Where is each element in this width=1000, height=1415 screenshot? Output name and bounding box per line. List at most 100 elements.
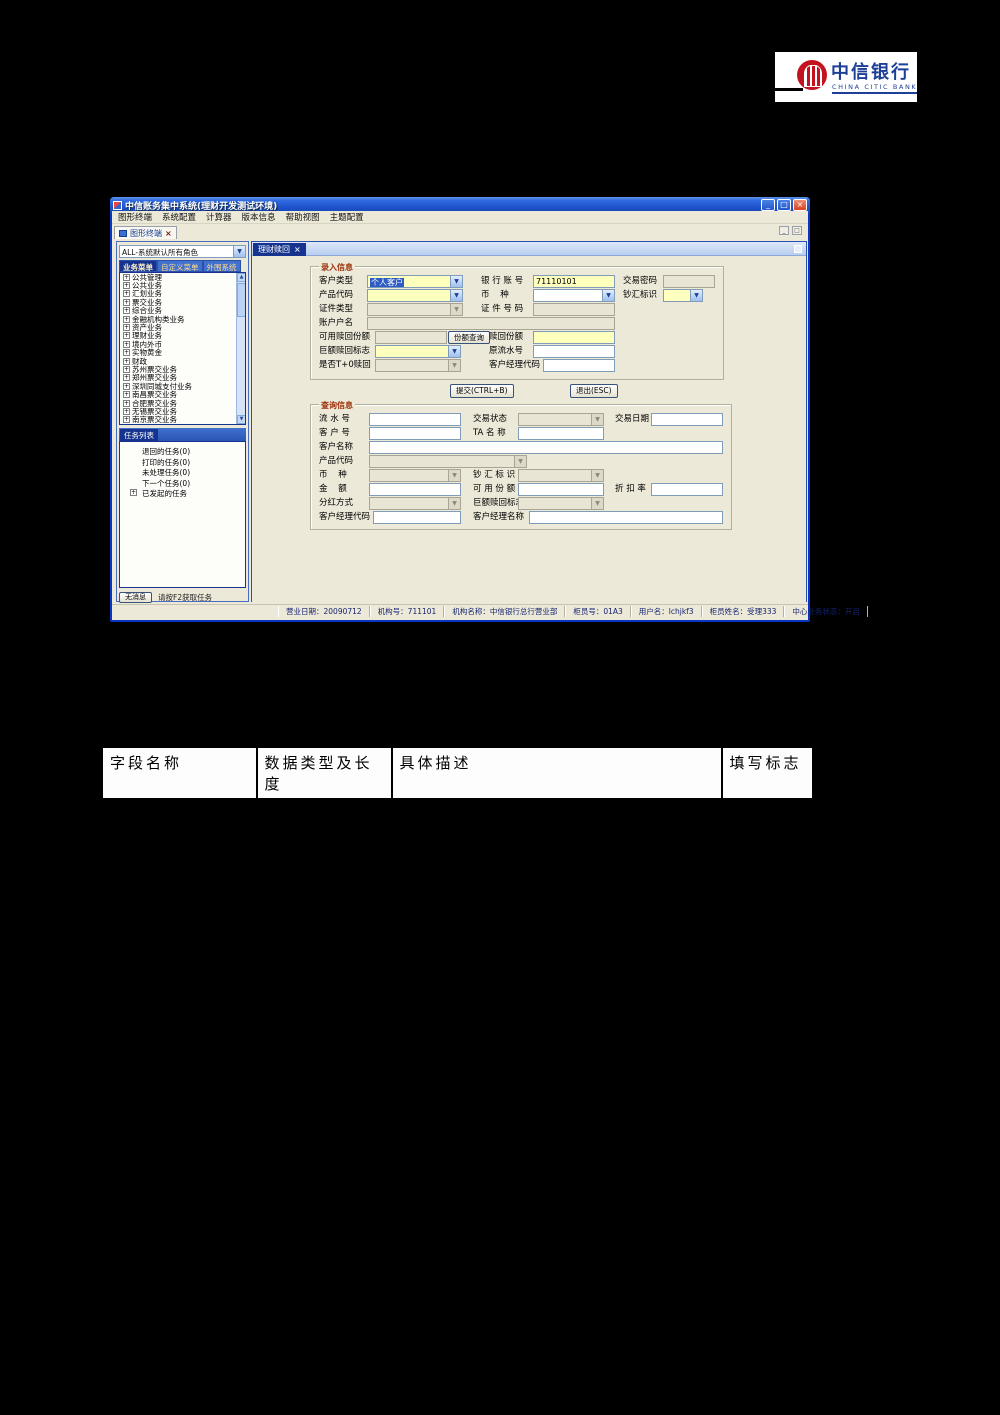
tab-custom-menu[interactable]: 自定义菜单 [157, 260, 203, 272]
no-message-button[interactable]: 无消息 [119, 592, 152, 603]
expand-icon[interactable]: + [123, 416, 130, 423]
manager-name-input[interactable] [529, 511, 723, 524]
dropdown-arrow-icon[interactable]: ▼ [591, 470, 603, 481]
manager-code-input[interactable] [543, 359, 615, 372]
redemption-shares-input[interactable] [533, 331, 615, 344]
serial-number-input[interactable] [369, 413, 461, 426]
dropdown-arrow-icon[interactable]: ▼ [448, 498, 460, 509]
panel-minimize-icon[interactable]: _ [779, 226, 789, 235]
main-panel: 理财赎回 × 录入信息 客户类型 个人客户 ▼ 银 行 账 号 [251, 241, 807, 602]
menu-item-graphic-terminal[interactable]: 图形终端 [118, 211, 152, 223]
task-item[interactable]: 未处理任务(0) [120, 467, 245, 478]
query-large-redemption-select[interactable]: ▼ [518, 497, 604, 510]
task-item[interactable]: 下一个任务(0) [120, 478, 245, 489]
exit-button[interactable]: 退出(ESC) [570, 384, 618, 398]
menu-item-version-info[interactable]: 版本信息 [242, 211, 276, 223]
tree-item[interactable]: +南京票交业务 [120, 416, 245, 424]
window-body: ALL-系统默认所有角色 ▼ 业务菜单 自定义菜单 外围系统 +公共管理 +公共… [112, 240, 808, 604]
discount-rate-input[interactable] [651, 483, 723, 496]
group-title: 查询信息 [319, 400, 355, 411]
expand-icon[interactable]: + [123, 299, 130, 306]
expand-icon[interactable]: + [123, 290, 130, 297]
tab-graphic-terminal[interactable]: 图形终端 × [114, 226, 177, 239]
dropdown-arrow-icon[interactable]: ▼ [450, 276, 462, 287]
dropdown-arrow-icon: ▼ [450, 304, 462, 315]
dropdown-arrow-icon[interactable]: ▼ [448, 346, 460, 357]
dropdown-arrow-icon[interactable]: ▼ [233, 246, 245, 257]
submit-button[interactable]: 提交(CTRL+B) [450, 384, 514, 398]
tab-external-systems[interactable]: 外围系统 [203, 260, 241, 272]
transaction-date-input[interactable] [651, 413, 723, 426]
t0-redemption-select: ▼ [375, 359, 461, 372]
bank-account-input[interactable]: 71110101 [533, 275, 615, 288]
tab-close-icon[interactable]: × [165, 229, 172, 238]
scroll-down-icon[interactable]: ▼ [237, 415, 246, 424]
scroll-up-icon[interactable]: ▲ [237, 273, 246, 282]
transaction-status-select[interactable]: ▼ [518, 413, 604, 426]
expand-icon[interactable]: + [123, 332, 130, 339]
query-product-code-select[interactable]: ▼ [369, 455, 527, 468]
expand-icon[interactable]: + [123, 366, 130, 373]
tree-scrollbar[interactable]: ▲ ▼ [236, 273, 245, 424]
field-label: 折 扣 率 [615, 483, 646, 496]
currency-select[interactable]: ▼ [533, 289, 615, 302]
window-title: 中信账务集中系统(理财开发测试环境) [125, 199, 761, 212]
expand-icon[interactable]: + [123, 391, 130, 398]
tab-wealth-redemption[interactable]: 理财赎回 × [253, 243, 306, 256]
customer-type-select[interactable]: 个人客户 ▼ [367, 275, 463, 288]
menu-item-calculator[interactable]: 计算器 [206, 211, 232, 223]
task-item[interactable]: +已发起的任务 [120, 488, 245, 499]
panel-restore-icon[interactable]: □ [792, 226, 802, 235]
expand-icon[interactable]: + [123, 349, 130, 356]
cash-remit-flag-select[interactable]: ▼ [663, 289, 703, 302]
restore-icon[interactable]: □ [777, 199, 791, 211]
query-cash-remit-select[interactable]: ▼ [518, 469, 604, 482]
amount-input[interactable] [369, 483, 461, 496]
dropdown-arrow-icon[interactable]: ▼ [602, 290, 614, 301]
customer-name-input[interactable] [369, 441, 723, 454]
expand-icon[interactable]: + [123, 358, 130, 365]
minimize-icon[interactable]: _ [761, 199, 775, 211]
task-item[interactable]: 打印的任务(0) [120, 457, 245, 468]
original-serial-input[interactable] [533, 345, 615, 358]
query-currency-select[interactable]: ▼ [369, 469, 461, 482]
customer-number-input[interactable] [369, 427, 461, 440]
tab-business-menu[interactable]: 业务菜单 [119, 260, 157, 272]
dropdown-arrow-icon[interactable]: ▼ [690, 290, 702, 301]
role-select[interactable]: ALL-系统默认所有角色 ▼ [119, 245, 246, 258]
dropdown-arrow-icon[interactable]: ▼ [514, 456, 526, 467]
share-query-button[interactable]: 份额查询 [448, 331, 490, 344]
menu-item-help-view[interactable]: 帮助视图 [286, 211, 320, 223]
field-spec-table: 字段名称 数据类型及长度 具体描述 填写标志 [100, 745, 815, 801]
field-label: 币 种 [319, 469, 347, 482]
task-item[interactable]: 退回的任务(0) [120, 446, 245, 457]
expand-icon[interactable]: + [123, 408, 130, 415]
expand-icon[interactable]: + [123, 274, 130, 281]
expand-icon[interactable]: + [123, 316, 130, 323]
dividend-method-select[interactable]: ▼ [369, 497, 461, 510]
dropdown-arrow-icon[interactable]: ▼ [591, 498, 603, 509]
expand-icon[interactable]: + [123, 307, 130, 314]
tab-close-icon[interactable]: × [294, 245, 301, 254]
product-code-select[interactable]: ▼ [367, 289, 463, 302]
expand-icon[interactable]: + [123, 324, 130, 331]
expand-icon[interactable]: + [123, 374, 130, 381]
ta-name-input[interactable] [518, 427, 604, 440]
menu-item-system-config[interactable]: 系统配置 [162, 211, 196, 223]
large-redemption-flag-select[interactable]: ▼ [375, 345, 461, 358]
menu-item-theme-config[interactable]: 主题配置 [330, 211, 364, 223]
scrollbar-thumb[interactable] [237, 283, 246, 317]
query-manager-code-input[interactable] [373, 511, 461, 524]
dropdown-arrow-icon[interactable]: ▼ [448, 470, 460, 481]
available-shares-query-input[interactable] [518, 483, 604, 496]
expand-icon[interactable]: + [123, 341, 130, 348]
panel-maximize-icon[interactable] [794, 245, 802, 253]
expand-icon[interactable]: + [123, 383, 130, 390]
dropdown-arrow-icon[interactable]: ▼ [591, 414, 603, 425]
expand-icon[interactable]: + [123, 282, 130, 289]
id-number-input [533, 303, 615, 316]
expand-icon[interactable]: + [130, 489, 137, 496]
expand-icon[interactable]: + [123, 400, 130, 407]
close-icon[interactable]: × [793, 199, 807, 211]
dropdown-arrow-icon[interactable]: ▼ [450, 290, 462, 301]
